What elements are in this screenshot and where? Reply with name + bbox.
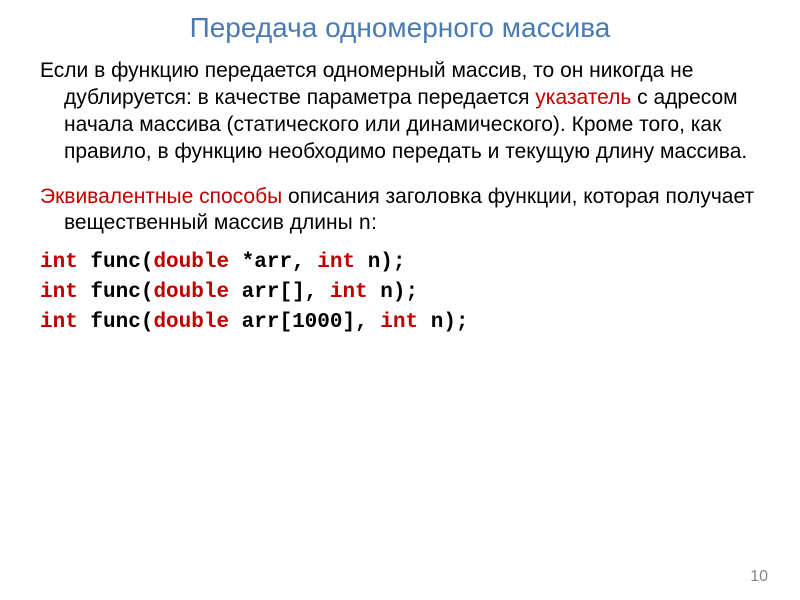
code1-f: n); [355,251,405,274]
para2-text-c: : [371,211,377,234]
code2-b: func( [78,281,154,304]
code1-kw2: double [153,251,229,274]
code3-kw3: int [380,311,418,334]
code2-d: arr[], [229,281,330,304]
code1-d: *arr, [229,251,317,274]
page-number: 10 [750,568,768,586]
code-line-2: int func(double arr[], int n); [40,281,760,304]
code2-kw3: int [330,281,368,304]
code3-d: arr[1000], [229,311,380,334]
para2-highlight: Эквивалентные способы [40,185,282,208]
code2-f: n); [368,281,418,304]
code2-kw2: double [153,281,229,304]
code3-kw1: int [40,311,78,334]
code1-b: func( [78,251,154,274]
para2-mono-n: n [359,213,372,236]
code1-kw1: int [40,251,78,274]
code1-kw3: int [317,251,355,274]
code2-kw1: int [40,281,78,304]
code-line-3: int func(double arr[1000], int n); [40,311,760,334]
paragraph-1: Если в функцию передается одномерный мас… [40,58,760,166]
paragraph-2: Эквивалентные способы описания заголовка… [40,184,760,240]
code3-kw2: double [153,311,229,334]
code-line-1: int func(double *arr, int n); [40,251,760,274]
para1-highlight: указатель [535,86,631,109]
slide-title: Передача одномерного массива [40,12,760,44]
code3-b: func( [78,311,154,334]
code3-f: n); [418,311,468,334]
